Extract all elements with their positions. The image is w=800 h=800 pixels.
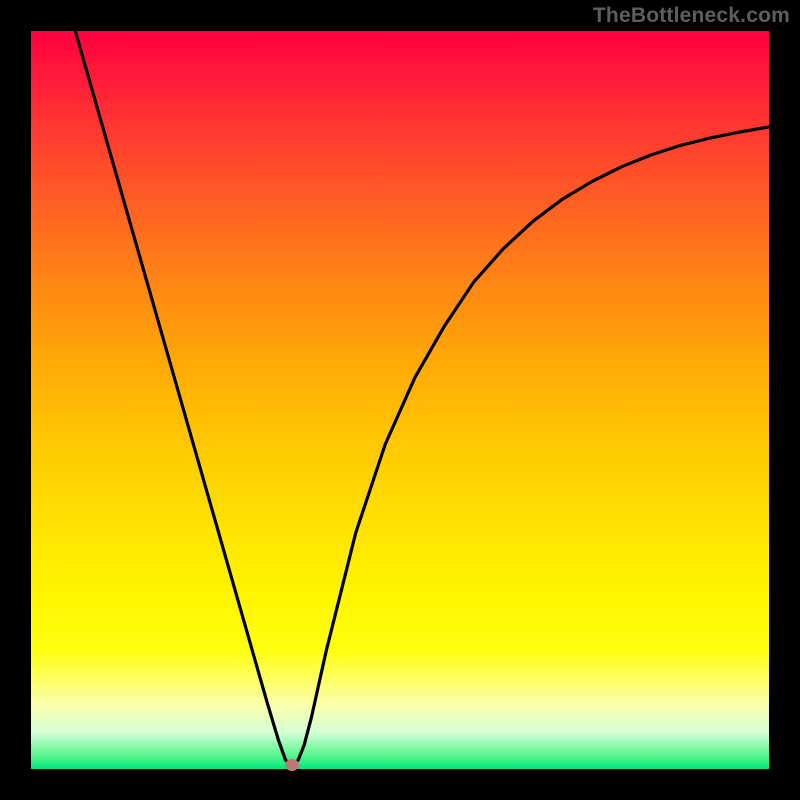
bottleneck-curve: [75, 31, 769, 765]
optimum-marker: [285, 759, 299, 771]
plot-area: [31, 31, 769, 769]
chart-frame: TheBottleneck.com: [0, 0, 800, 800]
watermark-text: TheBottleneck.com: [593, 4, 790, 28]
curve-svg: [31, 31, 769, 769]
